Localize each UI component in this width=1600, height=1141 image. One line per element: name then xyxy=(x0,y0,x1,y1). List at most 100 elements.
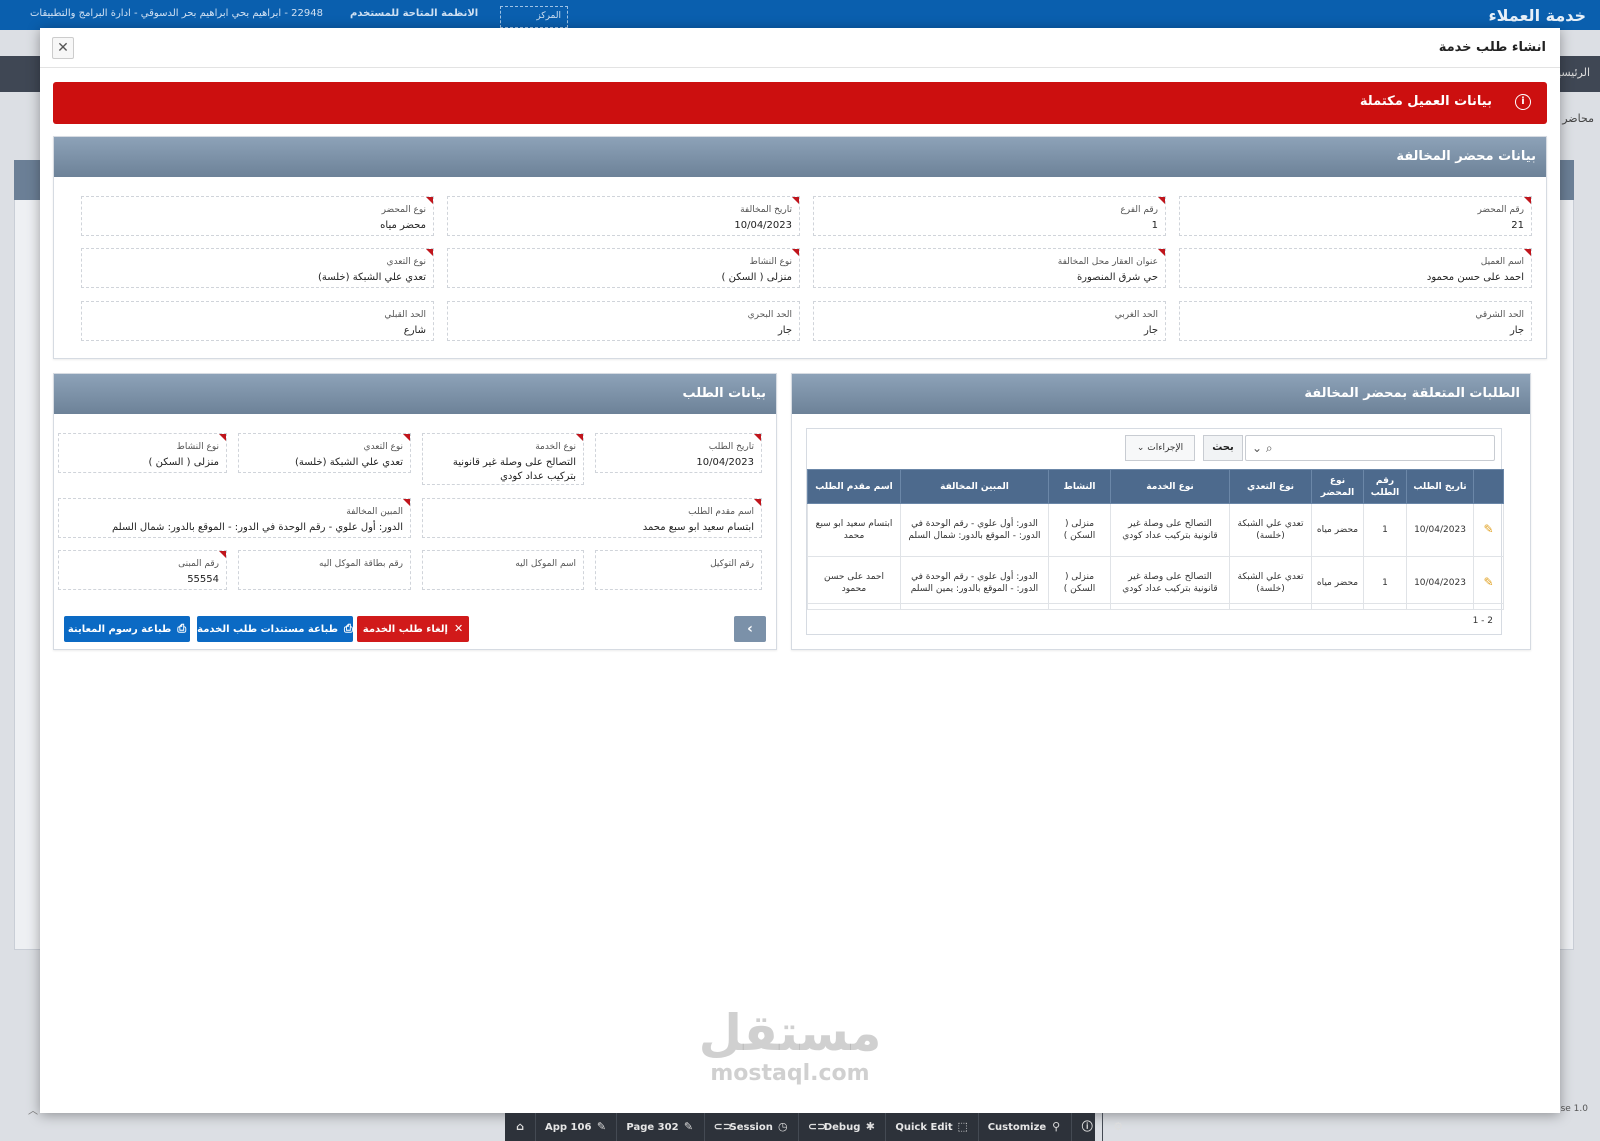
column-header[interactable]: اسم مقدم الطلب xyxy=(807,469,901,504)
field-infringement-type[interactable]: نوع التعدي تعدي علي الشبكة (خلسة) xyxy=(81,248,434,288)
history-icon: ◷ xyxy=(778,1120,788,1133)
field-attorney-name[interactable]: اسم الموكل اليه xyxy=(422,550,584,590)
chevron-down-icon: ⌄ xyxy=(1136,443,1145,453)
close-icon[interactable]: ✕ xyxy=(52,37,74,59)
table-cell: الدور: أول علوي - رقم الوحدة في الدور: -… xyxy=(900,556,1049,610)
printer-icon: ⎙ xyxy=(177,622,187,635)
table-cell: 1 xyxy=(1363,556,1407,610)
app-button[interactable]: App 106 ✎ xyxy=(536,1113,618,1141)
request-region-title: بيانات الطلب xyxy=(682,386,767,401)
home-button[interactable]: ⌂ xyxy=(505,1113,536,1141)
session-button[interactable]: ⊂⊃ Session ◷ xyxy=(705,1113,799,1141)
search-input[interactable]: ⌕ ⌄ xyxy=(1245,435,1495,461)
request-data-region: بيانات الطلب تاريخ الطلب 10/04/2023 نوع … xyxy=(53,373,777,650)
column-header[interactable]: تاريخ الطلب xyxy=(1406,469,1474,504)
field-request-infringement-type[interactable]: نوع التعدي تعدي علي الشبكة (خلسة) xyxy=(238,433,411,473)
print-request-docs-button[interactable]: ⎙طباعة مستندات طلب الخدمة xyxy=(197,616,353,642)
field-south-border[interactable]: الحد القبلي شارع xyxy=(81,301,434,341)
watermark-logo: مستقل mostaql.com xyxy=(690,1003,890,1093)
available-systems-link[interactable]: الانظمة المتاحة للمستخدم xyxy=(350,8,478,19)
table-cell: التصالح على وصلة غير قانونية بتركيب عداد… xyxy=(1110,556,1230,610)
cancel-request-button[interactable]: ✕إلغاء طلب الخدمة xyxy=(357,616,469,642)
edit-page-icon: ✎ xyxy=(683,1120,694,1133)
field-service-type[interactable]: نوع الخدمة التصالح على وصلة غير قانونية … xyxy=(422,433,584,485)
field-violation-type[interactable]: نوع المحضر محضر مياه xyxy=(81,196,434,236)
field-building-number[interactable]: رقم المبنى 55554 xyxy=(58,550,227,590)
violation-region-header: بيانات محضر المخالفة xyxy=(54,137,1546,177)
field-east-border[interactable]: الحد الشرقي جار xyxy=(1179,301,1532,341)
report-toolbar: ⌕ ⌄ بحث الإجراءات ⌄ xyxy=(807,429,1503,467)
bug-icon: ✱ xyxy=(865,1120,875,1133)
table-cell: ابتسام سعيد ابو سبع محمد xyxy=(807,503,901,557)
field-power-of-attorney-number[interactable]: رقم التوكيل xyxy=(595,550,762,590)
home-icon: ⌂ xyxy=(516,1120,524,1133)
field-request-date[interactable]: تاريخ الطلب 10/04/2023 xyxy=(595,433,762,473)
quick-edit-button[interactable]: Quick Edit ⬚ xyxy=(886,1113,979,1141)
print-inspection-fees-button[interactable]: ⎙طباعة رسوم المعاينة xyxy=(64,616,190,642)
field-customer-name[interactable]: اسم العميل احمد على حسن محمود xyxy=(1179,248,1532,288)
edit-pencil-icon[interactable]: ✎ xyxy=(1483,575,1493,589)
page-button[interactable]: Page 302 ✎ xyxy=(617,1113,705,1141)
pagination-info: 1 - 2 xyxy=(1472,616,1493,626)
actions-menu-button[interactable]: الإجراءات ⌄ xyxy=(1125,435,1195,461)
actions-label: الإجراءات xyxy=(1147,443,1184,453)
field-activity-type[interactable]: نوع النشاط منزلى ( السكن ) xyxy=(447,248,800,288)
related-requests-title: الطلبات المتعلقة بمحضر المخالفة xyxy=(1304,386,1520,401)
info-button[interactable]: ⓘ xyxy=(1072,1113,1104,1141)
edit-pencil-icon[interactable]: ✎ xyxy=(1483,522,1493,536)
scroll-up-icon[interactable]: ︿ xyxy=(22,1102,38,1118)
search-button[interactable]: بحث xyxy=(1203,435,1243,461)
field-north-border[interactable]: الحد البحري جار xyxy=(447,301,800,341)
close-icon: ✕ xyxy=(453,622,464,635)
related-requests-region: الطلبات المتعلقة بمحضر المخالفة ⌕ ⌄ بحث … xyxy=(791,373,1531,650)
user-info[interactable]: 22948 - ابراهيم بحي ابراهيم بحر الدسوقي … xyxy=(30,8,323,19)
field-applicant-name[interactable]: اسم مقدم الطلب ابتسام سعيد ابو سبع محمد xyxy=(422,498,762,538)
debug-button[interactable]: ⊂⊃ Debug ✱ xyxy=(799,1113,887,1141)
field-property-address[interactable]: عنوان العقار محل المخالفة حي شرق المنصور… xyxy=(813,248,1166,288)
info-icon: i xyxy=(1515,94,1531,110)
table-cell: تعدي علي الشبكة (خلسة) xyxy=(1229,556,1312,610)
related-requests-report: ⌕ ⌄ بحث الإجراءات ⌄ تاريخ الطلب رقم الطل… xyxy=(806,428,1504,635)
column-header[interactable]: نوع الخدمة xyxy=(1110,469,1230,504)
field-violation-date[interactable]: تاريخ المخالفة 10/04/2023 xyxy=(447,196,800,236)
violation-region-title: بيانات محضر المخالفة xyxy=(1396,149,1536,164)
customize-button[interactable]: Customize ⚲ xyxy=(979,1113,1073,1141)
settings-button[interactable]: ⚙ xyxy=(1103,1113,1133,1141)
column-header[interactable]: النشاط xyxy=(1048,469,1111,504)
table-row: ✎ 10/04/2023 1 محضر مياه تعدي علي الشبكة… xyxy=(807,503,1504,557)
column-header[interactable]: نوع المحضر xyxy=(1311,469,1364,504)
field-violation-location[interactable]: المبين المخالفة الدور: أول علوي - رقم ال… xyxy=(58,498,411,538)
next-button[interactable]: › xyxy=(734,616,766,642)
alert-text: بيانات العميل مكتملة xyxy=(1359,94,1492,109)
table-row: ✎ 10/04/2023 1 محضر مياه تعدي علي الشبكة… xyxy=(807,556,1504,610)
watermark-english: mostaql.com xyxy=(710,1061,870,1086)
developer-toolbar: ⌂ App 106 ✎ Page 302 ✎ ⊂⊃ Session ◷ ⊂⊃ Debug ✱… xyxy=(505,1113,1123,1141)
toggle-icon: ⊂⊃ xyxy=(807,1120,827,1133)
field-branch-number[interactable]: رقم الفرع 1 xyxy=(813,196,1166,236)
center-selector[interactable]: المركز xyxy=(500,6,568,28)
printer-icon: ⎙ xyxy=(344,622,353,635)
info-icon: ⓘ xyxy=(1081,1120,1093,1133)
gear-icon: ⚙ xyxy=(1113,1120,1124,1133)
table-cell: منزلى ( السكن ) xyxy=(1048,556,1111,610)
column-header[interactable]: نوع التعدي xyxy=(1229,469,1312,504)
breadcrumb: محاضر xyxy=(1562,112,1594,125)
table-cell: التصالح على وصلة غير قانونية بتركيب عداد… xyxy=(1110,503,1230,557)
customer-data-alert: i بيانات العميل مكتملة xyxy=(53,82,1547,124)
search-icon[interactable]: ⌕ ⌄ xyxy=(1252,441,1273,456)
table-cell: محضر مياه xyxy=(1311,503,1364,557)
toggle-icon: ⊂⊃ xyxy=(713,1120,732,1133)
column-header[interactable]: المبين المخالفة xyxy=(900,469,1049,504)
watermark-arabic: مستقل xyxy=(698,1004,882,1062)
create-service-request-dialog: انشاء طلب خدمة ✕ i بيانات العميل مكتملة … xyxy=(40,28,1560,1113)
divider xyxy=(807,603,1503,604)
table-cell: محضر مياه xyxy=(1311,556,1364,610)
related-requests-header: الطلبات المتعلقة بمحضر المخالفة xyxy=(792,374,1530,414)
field-west-border[interactable]: الحد الغربي جار xyxy=(813,301,1166,341)
column-edit xyxy=(1473,469,1504,504)
column-header[interactable]: رقم الطلب xyxy=(1363,469,1407,504)
field-request-activity-type[interactable]: نوع النشاط منزلى ( السكن ) xyxy=(58,433,227,473)
field-violation-number[interactable]: رقم المحضر 21 xyxy=(1179,196,1532,236)
related-requests-table: تاريخ الطلب رقم الطلب نوع المحضر نوع الت… xyxy=(807,469,1504,610)
field-attorney-id[interactable]: رقم بطاقة الموكل اليه xyxy=(238,550,411,590)
